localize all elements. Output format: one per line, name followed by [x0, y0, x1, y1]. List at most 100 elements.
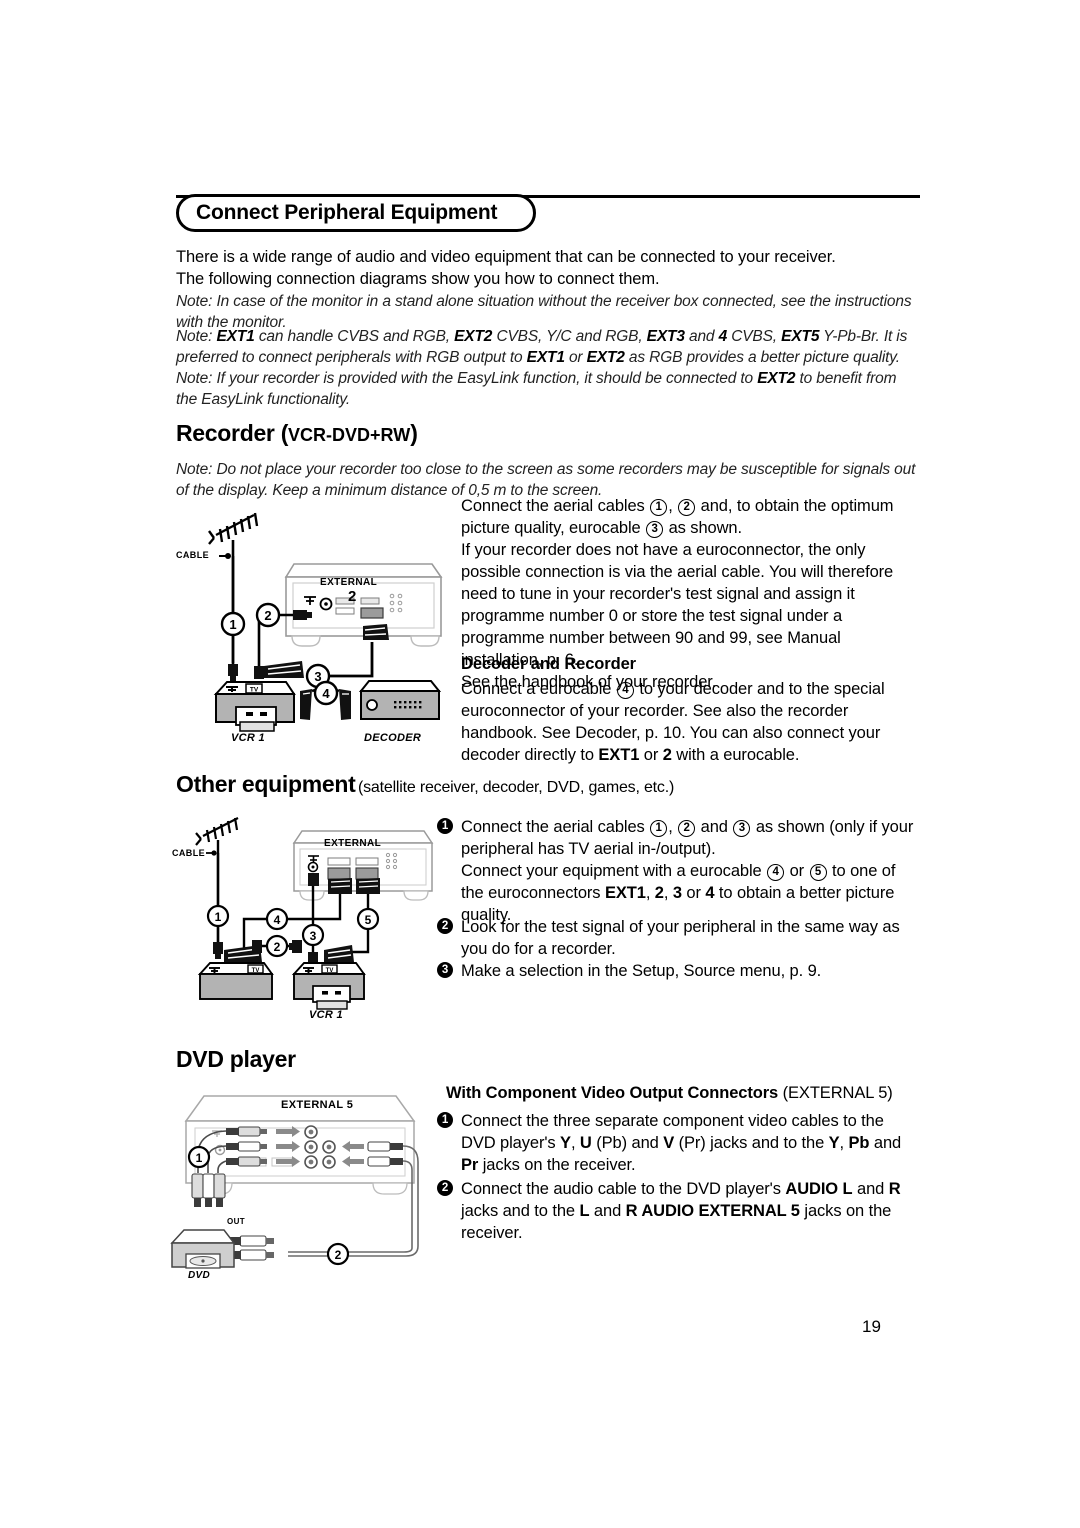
- ext2-ref: EXT2: [454, 328, 493, 345]
- callout-circle-1: 1: [187, 1145, 211, 1169]
- dvd-subheading-bold: With Component Video Output Connectors: [446, 1084, 779, 1102]
- note-frag: If your recorder is provided with the Ea…: [216, 370, 758, 387]
- ext1-ref: EXT1: [216, 328, 255, 345]
- list-text: Look for the test signal of your periphe…: [461, 918, 900, 958]
- intro-line-1: There is a wide range of audio and video…: [176, 248, 836, 266]
- r-audio-ext5-ref: R AUDIO EXTERNAL 5: [625, 1202, 800, 1220]
- plug-2-icon: [254, 666, 264, 679]
- note-text: Do not place your recorder too close to …: [176, 461, 916, 499]
- rca-plug-dvd-audio-out-icons: [230, 1235, 274, 1261]
- svg-text:TV: TV: [250, 687, 259, 694]
- note-frag: CVBS,: [727, 328, 782, 345]
- callout-circle-2: 2: [326, 1242, 350, 1266]
- callout-2: 2: [678, 499, 696, 516]
- scart-plug-receiver-left-icon: [328, 878, 352, 894]
- label-external: EXTERNAL: [320, 577, 378, 588]
- note-frag: as RGB provides a better picture quality…: [624, 349, 900, 366]
- note-frag: can handle CVBS and RGB,: [254, 328, 455, 345]
- other-equipment-item-1: 1 Connect the aerial cables 1, 2 and 3 a…: [437, 816, 917, 926]
- list-marker-1: 1: [437, 1112, 453, 1128]
- scart-plug-receiver-right-icon: [356, 878, 380, 894]
- callout-3: 3: [646, 521, 664, 538]
- label-external: EXTERNAL: [324, 838, 382, 849]
- label-external-number: 2: [348, 588, 357, 605]
- paren-open: (: [280, 420, 289, 446]
- dvd-item-2: 2 Connect the audio cable to the DVD pla…: [437, 1178, 917, 1244]
- pr-ref: Pr: [461, 1156, 479, 1174]
- note-label: Note:: [176, 328, 213, 345]
- ext3-ref: EXT3: [646, 328, 685, 345]
- recorder-diagram-svg: TV 1 2 3 4: [208, 512, 443, 732]
- r-ref: R: [888, 1180, 901, 1198]
- instr-frag: as shown.: [664, 519, 743, 537]
- callout-circle-4: 4: [265, 907, 289, 931]
- note-label: Note:: [176, 461, 213, 478]
- instr-frag: (Pb) and: [591, 1134, 664, 1152]
- dvd-diagram-svg: 1 2: [170, 1095, 419, 1269]
- plug-1-icon: [228, 664, 238, 681]
- plug-2-right-icon: [289, 940, 302, 953]
- instr-frag: (Pr) jacks and to the: [674, 1134, 829, 1152]
- label-cable: CABLE: [172, 848, 205, 858]
- page-header: Connect Peripheral Equipment: [176, 194, 920, 238]
- y-ref-2: Y: [828, 1134, 840, 1152]
- instr-frag: ,: [645, 884, 655, 902]
- list-text: Connect the audio cable to the DVD playe…: [461, 1178, 917, 1244]
- svg-text:2: 2: [335, 1248, 342, 1262]
- svg-text:1: 1: [229, 617, 236, 632]
- audio-l-ref: AUDIO L: [785, 1180, 853, 1198]
- callout-circle-3: 3: [301, 923, 325, 947]
- vcr-unit-icon: TV: [291, 962, 366, 1010]
- ext2-ref: 2: [662, 746, 672, 764]
- scart-plug-3-top-icon: [363, 624, 389, 640]
- instr-frag: Connect the aerial cables: [461, 497, 650, 515]
- other-equipment-subheading: (satellite receiver, decoder, DVD, games…: [358, 779, 675, 796]
- callout-1: 1: [650, 820, 668, 837]
- page-title: Connect Peripheral Equipment: [196, 201, 498, 224]
- ext4-ref: 4: [718, 328, 728, 345]
- instr-frag: Connect the audio cable to the DVD playe…: [461, 1180, 786, 1198]
- svg-text:2: 2: [264, 608, 271, 623]
- label-out: OUT: [227, 1217, 246, 1226]
- scart-plug-3-bottom-icon: [264, 661, 304, 678]
- peripheral-unit-icon: TV: [197, 962, 274, 1000]
- scart-plug-4-right-icon: [339, 689, 351, 720]
- instr-frag: jacks on the receiver.: [478, 1156, 636, 1174]
- vcr-unit-icon: TV: [213, 681, 296, 732]
- plug-2-left-icon: [252, 940, 262, 953]
- instr-frag: Connect a eurocable: [461, 680, 616, 698]
- u-ref: U: [579, 1134, 592, 1152]
- callout-2: 2: [678, 820, 696, 837]
- svg-text:1: 1: [196, 1151, 203, 1165]
- intro-paragraph: There is a wide range of audio and video…: [176, 246, 926, 290]
- decoder-recorder-text: Connect a eurocable 4 to your decoder an…: [461, 678, 921, 766]
- dvd-player-heading: DVD player: [176, 1046, 296, 1072]
- svg-text:4: 4: [274, 913, 281, 927]
- plug-3-top-icon: [308, 873, 319, 886]
- recorder-heading: Recorder (VCR-DVD+RW): [176, 420, 418, 447]
- diagram-recorder-connection: TV 1 2 3 4 CABLE EXTERNAL 2 VCR 1 DECODE…: [176, 498, 461, 753]
- list-text: Make a selection in the Setup, Source me…: [461, 962, 822, 980]
- callout-circle-4: 4: [313, 680, 339, 706]
- ext2-ref: 2: [654, 884, 664, 902]
- note-ext-capabilities: Note: EXT1 can handle CVBS and RGB, EXT2…: [176, 326, 918, 368]
- recorder-heading-main: Recorder: [176, 420, 275, 446]
- plug-1-icon: [213, 942, 223, 959]
- recorder-heading-caps: VCR-DVD+RW: [288, 425, 411, 445]
- callout-3: 3: [733, 820, 751, 837]
- y-ref: Y: [560, 1134, 571, 1152]
- ext3-ref: 3: [672, 884, 682, 902]
- other-equipment-item-2: 2 Look for the test signal of your perip…: [437, 916, 917, 960]
- svg-text:5: 5: [365, 913, 372, 927]
- rca-plug-component-icons: [226, 1126, 267, 1167]
- callout-circle-1: 1: [220, 611, 246, 637]
- instr-frag: jacks and to the: [461, 1202, 580, 1220]
- instr-frag: ,: [663, 884, 673, 902]
- ext5-ref: EXT5: [781, 328, 820, 345]
- instr-frag: ,: [668, 818, 678, 836]
- note-frag: CVBS, Y/C and RGB,: [492, 328, 647, 345]
- instr-frag: ,: [839, 1134, 849, 1152]
- scart-plug-5-icon: [324, 945, 354, 962]
- paren-close: ): [410, 420, 418, 446]
- label-vcr-1: VCR 1: [309, 1009, 343, 1021]
